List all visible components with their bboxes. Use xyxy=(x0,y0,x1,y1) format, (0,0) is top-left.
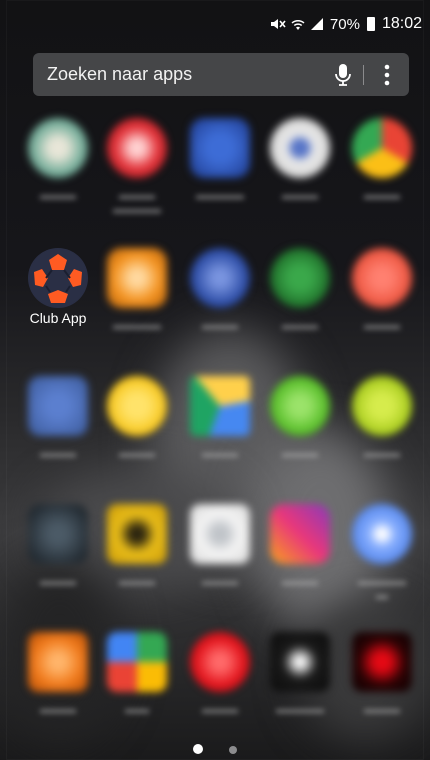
app-icon-image xyxy=(352,632,412,692)
app-label-blurred: ▬▬▬ xyxy=(364,318,400,332)
app-label-blurred: ▬▬▬ xyxy=(282,318,318,332)
app-label-blurred: ▬▬▬ xyxy=(364,188,400,202)
app-icon-blurred[interactable]: ▬▬▬ xyxy=(19,118,97,228)
app-icon-image xyxy=(28,376,88,436)
app-label-blurred: ▬▬▬▬ xyxy=(276,702,324,716)
app-label-blurred: ▬▬▬ xyxy=(40,446,76,460)
app-icon-image xyxy=(190,504,250,564)
wifi-icon xyxy=(290,17,306,31)
status-bar: 70% 18:02 xyxy=(0,0,430,44)
app-label-blurred: ▬▬▬ xyxy=(364,446,400,460)
app-icon-blurred[interactable]: ▬▬ xyxy=(98,632,176,742)
app-icon-image xyxy=(270,118,330,178)
battery-icon xyxy=(366,17,375,31)
app-icon-blurred[interactable]: ▬▬▬ xyxy=(261,504,339,614)
app-icon-blurred[interactable]: ▬▬▬ xyxy=(181,248,259,358)
app-icon-image xyxy=(190,118,250,178)
app-icon-image xyxy=(352,504,412,564)
app-label-blurred: ▬▬▬ xyxy=(40,702,76,716)
app-icon-image xyxy=(270,248,330,308)
microphone-icon[interactable] xyxy=(335,63,351,87)
app-label-blurred: ▬▬▬ xyxy=(202,574,238,588)
app-icon-blurred[interactable]: ▬▬▬ xyxy=(19,632,97,742)
app-icon-blurred[interactable]: ▬▬▬ xyxy=(343,376,421,486)
app-label: Club App xyxy=(29,310,87,326)
app-icon-image xyxy=(107,118,167,178)
app-icon-blurred[interactable]: ▬▬▬ xyxy=(343,248,421,358)
app-icon-blurred[interactable]: ▬▬▬▬ xyxy=(181,118,259,228)
app-icon-image xyxy=(270,504,330,564)
app-label-blurred: ▬▬▬▬ xyxy=(113,318,161,332)
app-icon-image xyxy=(107,248,167,308)
app-icon-image xyxy=(352,248,412,308)
app-icon-blurred[interactable]: ▬▬▬ xyxy=(181,632,259,742)
app-icon-blurred[interactable]: ▬▬▬ xyxy=(343,632,421,742)
app-label-blurred: ▬▬▬ xyxy=(282,188,318,202)
app-icon-image xyxy=(28,118,88,178)
app-icon-image xyxy=(352,376,412,436)
app-label-blurred: ▬▬▬▬ xyxy=(358,574,406,588)
app-icon-blurred[interactable]: ▬▬▬▬ ▬ xyxy=(343,504,421,614)
app-label-blurred: ▬▬▬▬ xyxy=(113,202,161,216)
app-icon-blurred[interactable]: ▬▬▬ xyxy=(181,504,259,614)
app-label-blurred: ▬▬▬ xyxy=(119,574,155,588)
club-app-icon[interactable]: Club App xyxy=(19,248,97,358)
app-icon-blurred[interactable]: ▬▬▬ xyxy=(19,376,97,486)
page-indicator xyxy=(0,741,430,759)
app-icon-blurred[interactable]: ▬▬▬▬ xyxy=(261,632,339,742)
app-label-blurred: ▬▬▬ xyxy=(40,574,76,588)
app-icon-image xyxy=(352,118,412,178)
app-label-blurred: ▬▬▬ xyxy=(364,702,400,716)
app-label-blurred: ▬▬▬ xyxy=(40,188,76,202)
app-icon-blurred[interactable]: ▬▬▬ xyxy=(181,376,259,486)
mute-icon xyxy=(270,17,286,31)
more-options-icon[interactable] xyxy=(381,62,393,88)
signal-icon xyxy=(310,17,326,31)
app-label-blurred: ▬▬ xyxy=(125,702,149,716)
app-icon-blurred[interactable]: ▬▬▬ xyxy=(19,504,97,614)
app-icon-blurred[interactable]: ▬▬▬ xyxy=(98,376,176,486)
app-icon-image xyxy=(190,248,250,308)
app-icon-blurred[interactable]: ▬▬▬ xyxy=(261,248,339,358)
app-icon-image xyxy=(28,504,88,564)
app-label-blurred: ▬▬▬ xyxy=(202,318,238,332)
app-icon-blurred[interactable]: ▬▬▬ xyxy=(261,118,339,228)
app-label-blurred: ▬▬▬ xyxy=(282,574,318,588)
soccer-ball-icon xyxy=(28,248,88,308)
clock: 18:02 xyxy=(381,15,422,32)
page-dot-active[interactable] xyxy=(192,744,203,754)
app-search-bar[interactable]: Zoeken naar apps xyxy=(33,53,409,96)
app-label-blurred: ▬▬▬ xyxy=(119,446,155,460)
app-icon-image xyxy=(270,376,330,436)
battery-percent: 70% xyxy=(329,15,360,33)
app-label-blurred: ▬▬▬ xyxy=(282,446,318,460)
app-label-blurred: ▬ xyxy=(376,588,388,602)
app-label-blurred: ▬▬▬ xyxy=(202,702,238,716)
app-icon-blurred[interactable]: ▬▬▬▬ xyxy=(98,248,176,358)
app-icon-blurred[interactable]: ▬▬▬ ▬▬▬▬ xyxy=(98,118,176,228)
app-icon-image xyxy=(107,632,167,692)
app-icon-blurred[interactable]: ▬▬▬ xyxy=(98,504,176,614)
app-icon-image xyxy=(270,632,330,692)
app-icon-image xyxy=(107,504,167,564)
search-placeholder[interactable]: Zoeken naar apps xyxy=(47,64,192,85)
app-icon-image xyxy=(190,632,250,692)
app-label-blurred: ▬▬▬ xyxy=(202,446,238,460)
app-icon-blurred[interactable]: ▬▬▬ xyxy=(261,376,339,486)
app-label-blurred: ▬▬▬▬ xyxy=(196,188,244,202)
page-dot[interactable] xyxy=(229,746,238,754)
app-icon-image xyxy=(28,632,88,692)
app-icon-image xyxy=(190,376,250,436)
app-label-blurred: ▬▬▬ xyxy=(119,188,155,202)
app-icon-blurred[interactable]: ▬▬▬ xyxy=(343,118,421,228)
app-icon-image xyxy=(107,376,167,436)
search-divider xyxy=(363,65,364,85)
